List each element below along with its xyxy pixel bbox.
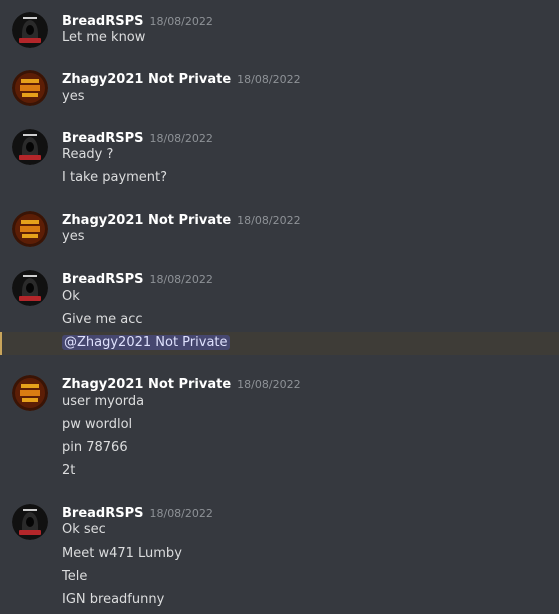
username[interactable]: BreadRSPS — [62, 131, 143, 146]
breadrsps-avatar-icon[interactable] — [12, 504, 48, 540]
message-text: yes — [62, 89, 85, 104]
username[interactable]: Zhagy2021 Not Private — [62, 72, 231, 87]
message-text: pin 78766 — [62, 440, 128, 455]
message-text: Let me know — [62, 30, 146, 45]
username[interactable]: BreadRSPS — [62, 14, 143, 29]
breadrsps-avatar-icon[interactable] — [12, 12, 48, 48]
zhagy-avatar-icon[interactable] — [12, 70, 48, 106]
username[interactable]: Zhagy2021 Not Private — [62, 213, 231, 228]
message-text: Ready ? — [62, 147, 114, 162]
message-text: Meet w471 Lumby — [62, 546, 182, 561]
timestamp: 18/08/2022 — [149, 507, 213, 520]
message-text: IGN breadfunny — [62, 592, 165, 607]
message-text: pw wordlol — [62, 417, 133, 432]
message-text: Tele — [62, 569, 88, 584]
message-header: Zhagy2021 Not Private 18/08/2022 — [62, 209, 301, 229]
timestamp: 18/08/2022 — [149, 273, 213, 286]
zhagy-avatar-icon[interactable] — [12, 375, 48, 411]
message-text: user myorda — [62, 394, 145, 409]
zhagy-avatar-icon[interactable] — [12, 211, 48, 247]
breadrsps-avatar-icon[interactable] — [12, 270, 48, 306]
message-header: BreadRSPS 18/08/2022 — [62, 268, 213, 288]
message-header: Zhagy2021 Not Private 18/08/2022 — [62, 373, 301, 393]
username[interactable]: Zhagy2021 Not Private — [62, 377, 231, 392]
username[interactable]: BreadRSPS — [62, 506, 143, 521]
message-header: BreadRSPS 18/08/2022 — [62, 502, 213, 522]
breadrsps-avatar-icon[interactable] — [12, 129, 48, 165]
timestamp: 18/08/2022 — [149, 15, 213, 28]
username[interactable]: BreadRSPS — [62, 272, 143, 287]
message-header: BreadRSPS 18/08/2022 — [62, 127, 213, 147]
message-text: Ok — [62, 289, 80, 304]
message-text: Give me acc — [62, 312, 143, 327]
timestamp: 18/08/2022 — [237, 214, 301, 227]
message-header: BreadRSPS 18/08/2022 — [62, 10, 213, 30]
timestamp: 18/08/2022 — [237, 378, 301, 391]
message-text: @Zhagy2021 Not Private — [62, 334, 230, 352]
message-text: Ok sec — [62, 522, 106, 537]
timestamp: 18/08/2022 — [149, 132, 213, 145]
message-header: Zhagy2021 Not Private 18/08/2022 — [62, 68, 301, 88]
timestamp: 18/08/2022 — [237, 73, 301, 86]
user-mention[interactable]: @Zhagy2021 Not Private — [62, 335, 230, 350]
message-text: I take payment? — [62, 170, 168, 185]
message-text: 2t — [62, 463, 76, 478]
message-feed: BreadRSPS 18/08/2022 Let me know Zhagy202… — [0, 0, 559, 614]
message-text: yes — [62, 229, 85, 244]
